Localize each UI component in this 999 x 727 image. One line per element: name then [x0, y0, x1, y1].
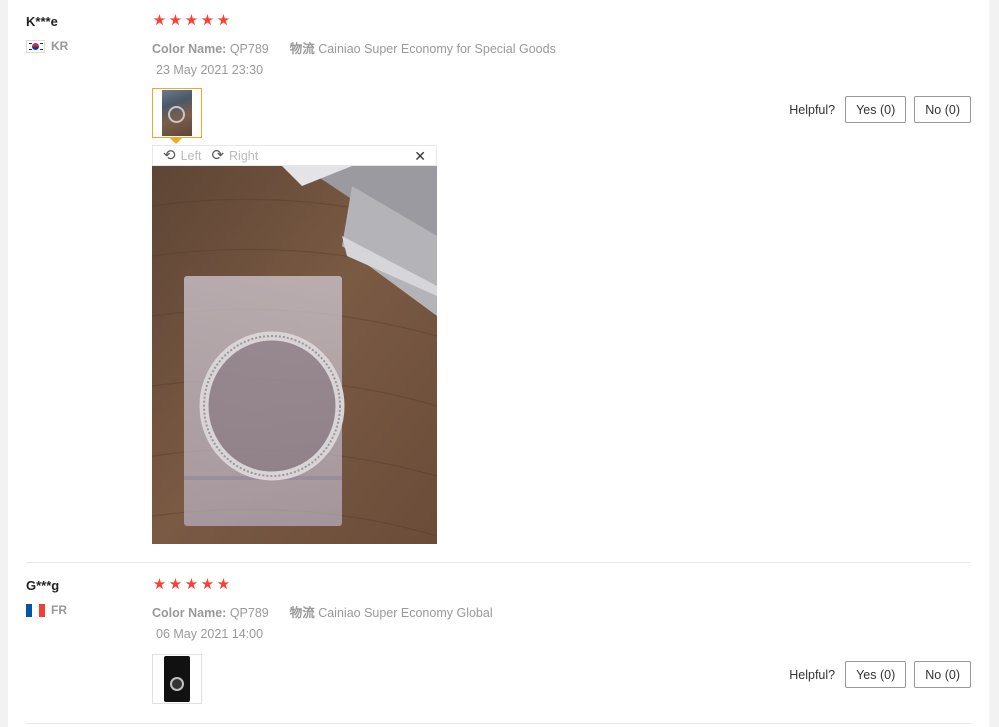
rotate-left-label[interactable]: Left — [181, 149, 202, 163]
star-icon: ★ — [168, 12, 183, 29]
flag-fr-icon — [26, 603, 45, 617]
color-name-label: Color Name: — [152, 42, 227, 56]
color-name-label: Color Name: — [152, 606, 227, 620]
helpful-vote: Helpful? Yes (0) No (0) — [789, 96, 971, 123]
star-icon: ★ — [152, 12, 167, 29]
reviewer-name: K***e — [26, 14, 58, 29]
photo-thumb-image — [162, 90, 192, 136]
star-icon: ★ — [152, 576, 167, 593]
shipping-value: Cainiao Super Economy for Special Goods — [318, 42, 556, 56]
helpful-label: Helpful? — [789, 102, 836, 117]
star-icon: ★ — [216, 576, 231, 593]
star-icon: ★ — [200, 576, 215, 593]
star-icon: ★ — [184, 12, 199, 29]
shipping-value: Cainiao Super Economy Global — [318, 606, 493, 620]
star-rating: ★ ★ ★ ★ ★ — [152, 12, 231, 30]
review-item: K***e KR ★ ★ ★ ★ ★ Color Name: QP789 物流 … — [26, 0, 971, 563]
helpful-vote: Helpful? Yes (0) No (0) — [789, 661, 971, 688]
country-code: KR — [51, 39, 69, 53]
shipping-label: 物流 — [289, 606, 315, 620]
rotate-right-icon[interactable]: ⟳ — [211, 148, 224, 163]
shipping-label: 物流 — [289, 42, 315, 56]
review-sku-info: Color Name: QP789 物流 Cainiao Super Econo… — [152, 602, 493, 621]
star-icon: ★ — [200, 12, 215, 29]
star-icon: ★ — [184, 576, 199, 593]
photo-viewer-toolbar: ⟲ Left ⟳ Right ✕ — [152, 145, 437, 166]
close-icon[interactable]: ✕ — [414, 148, 426, 165]
helpful-label: Helpful? — [789, 667, 836, 682]
review-photo — [152, 166, 437, 544]
reviewer-name: G***g — [26, 578, 60, 593]
reviewer-country: FR — [26, 603, 67, 617]
star-rating: ★ ★ ★ ★ ★ — [152, 576, 231, 594]
helpful-no-button[interactable]: No (0) — [914, 661, 971, 688]
photo-viewer: ⟲ Left ⟳ Right ✕ — [152, 145, 437, 544]
reviewer-country: KR — [26, 39, 68, 53]
flag-kr-icon — [26, 39, 45, 53]
rotate-left-icon[interactable]: ⟲ — [163, 148, 176, 163]
review-date: 23 May 2021 23:30 — [156, 63, 264, 77]
review-date: 06 May 2021 14:00 — [156, 627, 264, 641]
color-name-value: QP789 — [229, 42, 269, 56]
helpful-yes-button[interactable]: Yes (0) — [845, 96, 907, 123]
country-code: FR — [51, 603, 67, 617]
review-sku-info: Color Name: QP789 物流 Cainiao Super Econo… — [152, 38, 556, 57]
photo-thumb-image — [164, 656, 190, 702]
color-name-value: QP789 — [229, 606, 269, 620]
helpful-yes-button[interactable]: Yes (0) — [845, 661, 907, 688]
rotate-right-label[interactable]: Right — [229, 149, 258, 163]
reviews-panel: K***e KR ★ ★ ★ ★ ★ Color Name: QP789 物流 … — [8, 0, 989, 727]
review-photo-thumbnail[interactable] — [152, 654, 202, 704]
helpful-no-button[interactable]: No (0) — [914, 96, 971, 123]
star-icon: ★ — [216, 12, 231, 29]
review-photo-thumbnail[interactable] — [152, 88, 202, 144]
review-item: G***g FR ★ ★ ★ ★ ★ Color Name: QP789 物流 … — [26, 564, 971, 724]
star-icon: ★ — [168, 576, 183, 593]
